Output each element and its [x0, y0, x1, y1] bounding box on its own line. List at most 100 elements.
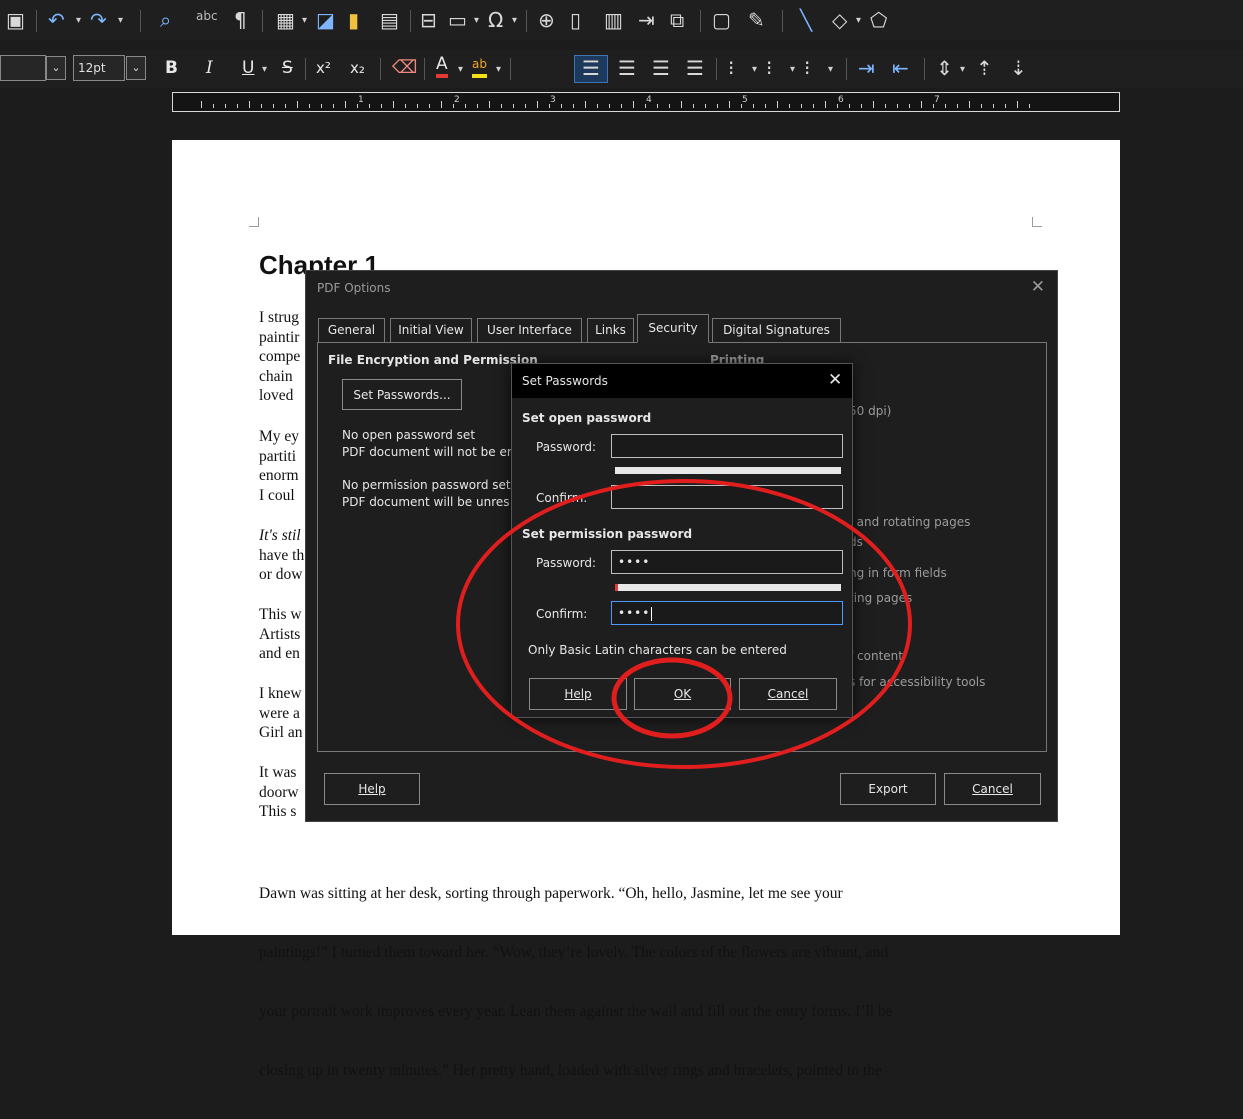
- insert-table-icon[interactable]: ▦: [276, 8, 295, 32]
- cancel-button[interactable]: Cancel: [944, 773, 1041, 805]
- permission-confirm-input[interactable]: ••••: [611, 601, 843, 625]
- track-changes-icon[interactable]: ✎: [748, 8, 765, 32]
- numbering-icon[interactable]: ⁝: [766, 56, 772, 80]
- help-button[interactable]: Help: [324, 773, 420, 805]
- paste-icon[interactable]: ▣: [6, 8, 25, 32]
- clear-formatting-icon[interactable]: ⌫: [392, 56, 417, 80]
- spellcheck-icon[interactable]: abc: [196, 4, 218, 28]
- redo-icon[interactable]: ↷: [90, 8, 107, 32]
- highlight-dropdown-icon[interactable]: ▾: [496, 64, 501, 75]
- line-spacing-icon[interactable]: ⇕: [936, 56, 953, 80]
- table-dropdown-icon[interactable]: ▾: [302, 15, 307, 26]
- line-spacing-dropdown-icon[interactable]: ▾: [960, 64, 965, 75]
- tab-user-interface[interactable]: User Interface: [477, 318, 582, 342]
- permission-password-description: PDF document will be unres: [342, 495, 510, 509]
- help-button-label: Help: [358, 782, 386, 796]
- formatting-marks-icon[interactable]: ¶: [234, 8, 247, 32]
- redo-dropdown-icon[interactable]: ▾: [118, 15, 123, 26]
- comment-icon[interactable]: ▢: [712, 8, 731, 32]
- tab-security[interactable]: Security: [637, 314, 709, 343]
- toolbar-separator: [140, 10, 141, 32]
- field-dropdown-icon[interactable]: ▾: [474, 15, 479, 26]
- set-passwords-button[interactable]: Set Passwords...: [342, 379, 462, 410]
- find-replace-icon[interactable]: ⌕: [160, 8, 171, 32]
- permission-password-input[interactable]: ••••: [611, 550, 843, 574]
- export-button[interactable]: Export: [840, 773, 936, 805]
- text-line: your portrait work improves every year. …: [259, 1002, 893, 1020]
- ruler-number: 1: [358, 95, 364, 105]
- subscript-button[interactable]: x₂: [350, 56, 365, 80]
- align-left-icon[interactable]: ☰: [582, 56, 600, 80]
- hyperlink-icon[interactable]: ⊕: [538, 8, 555, 32]
- open-password-input[interactable]: [611, 434, 843, 458]
- superscript-button[interactable]: x²: [316, 56, 331, 80]
- ruler-tick: [429, 104, 430, 108]
- paragraph-spacing-up-icon[interactable]: ⇡: [976, 56, 993, 80]
- draw-functions-icon[interactable]: ⬠: [870, 8, 887, 32]
- basic-shapes-icon[interactable]: ◇: [832, 8, 847, 32]
- outline-icon[interactable]: ⁝: [804, 56, 810, 80]
- tab-digital-signatures[interactable]: Digital Signatures: [712, 318, 841, 342]
- tab-links[interactable]: Links: [587, 318, 634, 342]
- font-size-dropdown-icon[interactable]: ⌄: [126, 56, 146, 80]
- ok-button[interactable]: OK: [634, 678, 731, 710]
- tab-initial-view[interactable]: Initial View: [390, 318, 472, 342]
- font-color-button[interactable]: A: [436, 54, 448, 78]
- page-break-icon[interactable]: ⊟: [420, 8, 437, 32]
- toolbar-separator: [782, 10, 783, 32]
- justify-icon[interactable]: ☰: [686, 56, 704, 80]
- help-button[interactable]: Help: [529, 678, 627, 710]
- close-icon[interactable]: ✕: [1031, 277, 1045, 297]
- font-name-field[interactable]: [0, 55, 46, 81]
- font-size-field[interactable]: 12pt: [73, 55, 125, 81]
- text-line: Dawn was sitting at her desk, sorting th…: [259, 885, 843, 903]
- bold-button[interactable]: B: [165, 56, 178, 80]
- italic-button[interactable]: I: [206, 56, 213, 80]
- bottom-paragraph: Dawn was sitting at her desk, sorting th…: [259, 845, 893, 1119]
- align-right-icon[interactable]: ☰: [652, 56, 670, 80]
- underline-dropdown-icon[interactable]: ▾: [262, 64, 267, 75]
- insert-line-icon[interactable]: ╲: [800, 8, 812, 32]
- footnote-icon[interactable]: ▯: [570, 8, 581, 32]
- text-line: closing up in twenty minutes.” Her prett…: [259, 1061, 882, 1079]
- undo-dropdown-icon[interactable]: ▾: [76, 15, 81, 26]
- font-color-dropdown-icon[interactable]: ▾: [458, 64, 463, 75]
- tab-general[interactable]: General: [318, 318, 385, 342]
- numbering-dropdown-icon[interactable]: ▾: [790, 64, 795, 75]
- cancel-button[interactable]: Cancel: [739, 678, 837, 710]
- decrease-indent-icon[interactable]: ⇤: [892, 56, 909, 80]
- underline-button[interactable]: U: [242, 56, 254, 80]
- text-line: partiti: [259, 447, 297, 465]
- changes-option-text: ng in form fields: [849, 566, 947, 580]
- special-char-dropdown-icon[interactable]: ▾: [512, 15, 517, 26]
- shapes-dropdown-icon[interactable]: ▾: [856, 15, 861, 26]
- ruler-tick: [405, 104, 406, 108]
- highlight-button[interactable]: ab: [472, 54, 487, 78]
- undo-icon[interactable]: ↶: [48, 8, 65, 32]
- align-center-icon[interactable]: ☰: [618, 56, 636, 80]
- toolbar-separator: [510, 58, 511, 80]
- insert-textbox-icon[interactable]: ▤: [380, 8, 399, 32]
- strikethrough-button[interactable]: S: [282, 56, 293, 80]
- insert-chart-icon[interactable]: ▮: [348, 8, 359, 32]
- bullets-icon[interactable]: ⁝: [728, 56, 734, 80]
- text-line: I strug: [259, 309, 300, 326]
- endnote-icon[interactable]: ▥: [604, 8, 623, 32]
- toolbar-separator: [924, 58, 925, 80]
- font-name-dropdown-icon[interactable]: ⌄: [46, 56, 66, 80]
- paragraph-spacing-down-icon[interactable]: ⇣: [1010, 56, 1027, 80]
- paragraph: It's stil have th or dow: [259, 526, 304, 585]
- ruler-tick: [777, 101, 778, 108]
- outline-dropdown-icon[interactable]: ▾: [828, 64, 833, 75]
- increase-indent-icon[interactable]: ⇥: [858, 56, 875, 80]
- ruler-tick: [597, 104, 598, 108]
- bookmark-icon[interactable]: ⇥: [638, 8, 655, 32]
- insert-field-icon[interactable]: ▭: [448, 8, 467, 32]
- bullets-dropdown-icon[interactable]: ▾: [752, 64, 757, 75]
- cross-reference-icon[interactable]: ⧉: [670, 8, 684, 32]
- close-icon[interactable]: ✕: [828, 370, 842, 390]
- open-confirm-input[interactable]: [611, 485, 843, 509]
- horizontal-ruler[interactable]: 1 2 3 4 5 6 7: [172, 92, 1120, 112]
- special-character-icon[interactable]: Ω: [488, 8, 503, 32]
- insert-image-icon[interactable]: ◪: [316, 8, 335, 32]
